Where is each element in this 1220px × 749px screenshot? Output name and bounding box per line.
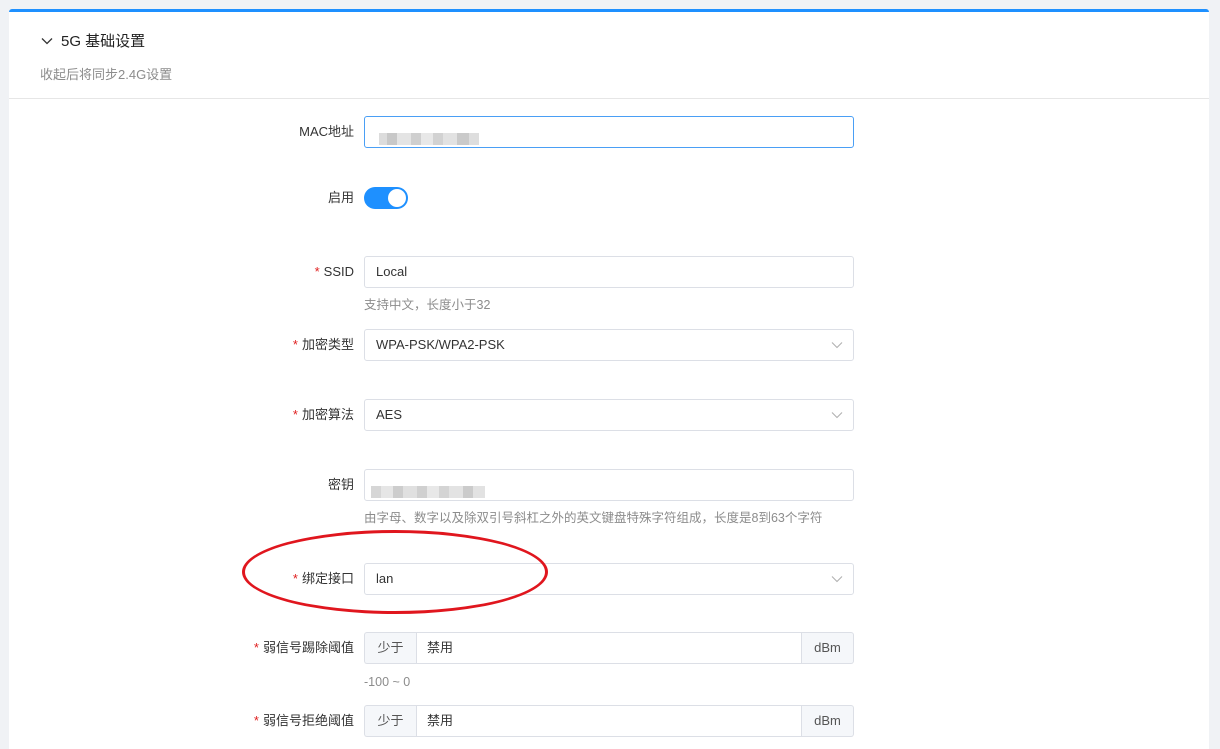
bind-iface-value: lan	[376, 571, 394, 586]
mac-redacted	[379, 126, 479, 145]
chevron-down-icon	[831, 412, 843, 419]
bind-iface-label: * 绑定接口	[292, 571, 354, 586]
enc-type-value: WPA-PSK/WPA2-PSK	[376, 337, 505, 352]
enable-toggle[interactable]	[364, 187, 408, 209]
required-mark: *	[292, 571, 298, 586]
enc-algo-select[interactable]: AES	[364, 399, 854, 431]
weak-kick-input[interactable]: 禁用	[416, 632, 802, 664]
chevron-down-icon[interactable]	[40, 34, 54, 48]
enc-algo-label: * 加密算法	[292, 407, 354, 422]
toggle-knob	[388, 189, 406, 207]
required-mark: *	[292, 407, 298, 422]
enc-type-select[interactable]: WPA-PSK/WPA2-PSK	[364, 329, 854, 361]
enc-algo-value: AES	[376, 407, 403, 422]
weak-reject-prefix: 少于	[364, 705, 416, 737]
chevron-down-icon	[831, 576, 843, 583]
key-label: 密钥	[327, 477, 354, 492]
weak-reject-suffix: dBm	[802, 705, 854, 737]
ssid-label: * SSID	[314, 264, 354, 279]
mac-label: MAC地址	[299, 124, 354, 139]
weak-kick-suffix: dBm	[802, 632, 854, 664]
weak-kick-prefix: 少于	[364, 632, 416, 664]
weak-reject-label: * 弱信号拒绝阈值	[253, 713, 354, 728]
settings-card: 5G 基础设置 收起后将同步2.4G设置 MAC地址 启用 * SSID Loca…	[9, 9, 1209, 749]
chevron-down-icon	[831, 342, 843, 349]
weak-reject-input-group: 少于 禁用 dBm	[364, 705, 854, 737]
weak-reject-input[interactable]: 禁用	[416, 705, 802, 737]
enc-type-label: * 加密类型	[292, 337, 354, 352]
key-input[interactable]	[364, 469, 854, 501]
required-mark: *	[253, 640, 259, 655]
required-mark: *	[314, 264, 320, 279]
weak-kick-label: * 弱信号踢除阈值	[253, 640, 354, 655]
mac-input[interactable]	[364, 116, 854, 148]
ssid-input[interactable]: Local	[364, 256, 854, 288]
key-redacted	[371, 479, 485, 498]
required-mark: *	[253, 713, 259, 728]
weak-kick-input-group: 少于 禁用 dBm	[364, 632, 854, 664]
bind-iface-select[interactable]: lan	[364, 563, 854, 595]
enable-label: 启用	[327, 190, 354, 205]
key-hint: 由字母、数字以及除双引号斜杠之外的英文键盘特殊字符组成，长度是8到63个字符	[364, 511, 823, 525]
weak-kick-hint: -100 ~ 0	[364, 675, 411, 689]
section-header[interactable]: 5G 基础设置 收起后将同步2.4G设置	[9, 12, 1209, 99]
ssid-hint: 支持中文，长度小于32	[364, 298, 491, 312]
section-subtitle: 收起后将同步2.4G设置	[40, 67, 173, 82]
section-title: 5G 基础设置	[61, 33, 146, 50]
required-mark: *	[292, 337, 298, 352]
